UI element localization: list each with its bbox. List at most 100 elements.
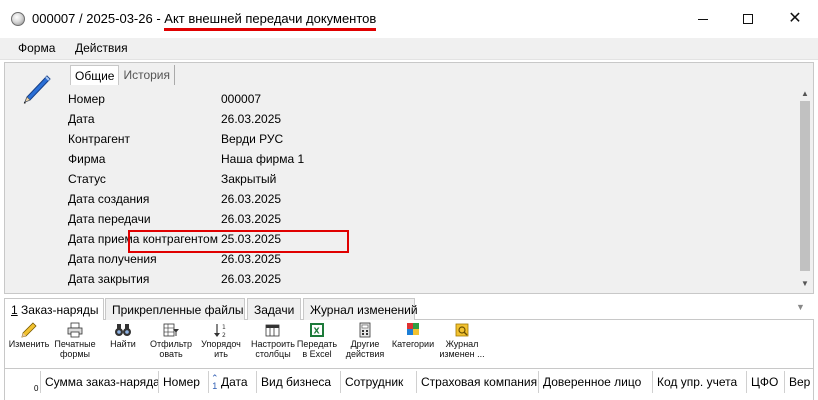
find-label: Найти (110, 339, 136, 349)
export-excel-button[interactable]: X Передать в Excel (295, 322, 339, 366)
tab-attached-files[interactable]: Прикрепленные файлы (105, 298, 245, 320)
property-value: 26.03.2025 (221, 212, 282, 226)
window-title: 000007 / 2025-03-26 - Акт внешней переда… (32, 11, 377, 31)
property-row-received: Дата получения 26.03.2025 (68, 249, 788, 269)
categories-label: Категории (391, 339, 435, 349)
property-label: Дата (68, 112, 95, 126)
property-label: Контрагент (68, 132, 131, 146)
filter-icon (163, 323, 179, 337)
menu-deystviya[interactable]: Действия (75, 41, 128, 55)
configure-columns-label: Настроить столбцы (251, 339, 295, 359)
maximize-button[interactable] (725, 0, 771, 38)
property-label: Дата получения (68, 252, 157, 266)
scroll-down-icon[interactable]: ▼ (798, 277, 812, 291)
toolbar: Изменить Печатные формы Найти Отфильтр о… (4, 320, 814, 368)
grid-row-selector-header[interactable]: 0 (5, 371, 41, 393)
sort-button[interactable]: 12 Упорядоч ить (197, 322, 245, 366)
grid-header: 0 Сумма заказ-наряда Номер Дата Вид бизн… (5, 371, 815, 393)
property-label: Номер (68, 92, 105, 106)
column-header[interactable]: Вер (785, 371, 813, 393)
sort-icon: 12 (214, 324, 226, 338)
property-row-closed: Дата закрытия 26.03.2025 (68, 269, 788, 289)
change-journal-button[interactable]: Журнал изменен ... (437, 322, 487, 366)
columns-icon (265, 324, 280, 337)
property-row-status: Статус Закрытый (68, 169, 788, 189)
row-count: 0 (34, 384, 39, 393)
property-list: Номер 000007 Дата 26.03.2025 Контрагент … (64, 87, 796, 292)
property-row-counterparty: Контрагент Верди РУС (68, 129, 788, 149)
printer-icon (67, 322, 83, 338)
tab-general[interactable]: Общие (70, 65, 120, 85)
find-button[interactable]: Найти (103, 322, 143, 366)
binoculars-icon (115, 324, 131, 336)
close-button[interactable]: ✕ (772, 0, 818, 38)
other-actions-button[interactable]: Другие действия (343, 322, 387, 366)
properties-panel: Общие История Номер 000007 Дата 26.03.20… (64, 62, 814, 294)
scroll-up-icon[interactable]: ▲ (798, 87, 812, 101)
bottom-tab-bar: 1 Заказ-наряды Прикрепленные файлы Задач… (4, 298, 814, 321)
tabs-dropdown-icon[interactable]: ▼ (796, 302, 805, 312)
window-title-main: Акт внешней передачи документов (164, 11, 377, 31)
tab-tasks[interactable]: Задачи (247, 298, 301, 320)
properties-scrollbar[interactable]: ▲ ▼ (798, 87, 812, 292)
sort-ascending-icon: ⌃ 1 (211, 373, 219, 391)
edit-button[interactable]: Изменить (7, 322, 51, 366)
minimize-icon (698, 18, 708, 20)
column-header[interactable]: Доверенное лицо (539, 371, 653, 393)
work-orders-grid: 0 Сумма заказ-наряда Номер Дата Вид бизн… (4, 368, 814, 400)
property-label: Дата передачи (68, 212, 151, 226)
svg-text:X: X (314, 327, 321, 336)
property-row-firm: Фирма Наша фирма 1 (68, 149, 788, 169)
subtab-bar: Общие История (70, 65, 176, 85)
tab-work-orders[interactable]: 1 Заказ-наряды (4, 298, 104, 321)
menu-bar: Форма Действия (0, 38, 818, 60)
property-label: Фирма (68, 152, 106, 166)
excel-icon: X (310, 323, 324, 337)
property-label: Дата приема контрагентом (68, 232, 218, 246)
scrollbar-thumb[interactable] (800, 101, 810, 271)
edit-label: Изменить (8, 339, 50, 349)
column-header[interactable]: Код упр. учета (653, 371, 747, 393)
document-icon-panel (4, 62, 65, 294)
print-forms-button[interactable]: Печатные формы (53, 322, 97, 366)
tab-change-log[interactable]: Журнал изменений (303, 298, 418, 320)
window-title-prefix: 000007 / 2025-03-26 - (32, 11, 165, 26)
calculator-icon (359, 322, 371, 338)
property-value: 26.03.2025 (221, 252, 282, 266)
property-row-number: Номер 000007 (68, 89, 788, 109)
export-excel-label: Передать в Excel (296, 339, 338, 359)
menu-forma[interactable]: Форма (18, 41, 55, 55)
property-label: Дата создания (68, 192, 150, 206)
tab-history[interactable]: История (119, 65, 176, 85)
maximize-icon (743, 14, 753, 24)
sort-label: Упорядоч ить (201, 339, 241, 359)
pencil-icon (21, 322, 37, 338)
pen-icon (23, 75, 51, 104)
close-icon: ✕ (788, 10, 802, 27)
svg-text:1: 1 (222, 324, 226, 331)
svg-text:2: 2 (222, 332, 226, 338)
property-value: Наша фирма 1 (221, 152, 305, 166)
property-value: 26.03.2025 (221, 192, 282, 206)
property-value: 26.03.2025 (221, 272, 282, 286)
property-label: Статус (68, 172, 106, 186)
column-header[interactable]: Номер (159, 371, 209, 393)
minimize-button[interactable] (680, 0, 726, 38)
column-header[interactable]: Страховая компания (417, 371, 539, 393)
column-header[interactable]: Вид бизнеса (257, 371, 341, 393)
column-header[interactable]: Сумма заказ-наряда (41, 371, 159, 393)
configure-columns-button[interactable]: Настроить столбцы (249, 322, 297, 366)
property-row-accepted: Дата приема контрагентом 25.03.2025 (68, 229, 788, 249)
property-value: 26.03.2025 (221, 112, 282, 126)
title-bar: 000007 / 2025-03-26 - Акт внешней переда… (0, 0, 818, 38)
column-header[interactable]: ЦФО (747, 371, 785, 393)
change-journal-label: Журнал изменен ... (439, 339, 485, 359)
property-value: 000007 (221, 92, 262, 106)
property-value: Закрытый (221, 172, 277, 186)
filter-label: Отфильтр овать (150, 339, 192, 359)
filter-button[interactable]: Отфильтр овать (147, 322, 195, 366)
column-header[interactable]: Сотрудник (341, 371, 417, 393)
app-icon[interactable] (11, 12, 25, 26)
categories-button[interactable]: Категории (391, 322, 435, 366)
journal-icon (455, 323, 469, 337)
